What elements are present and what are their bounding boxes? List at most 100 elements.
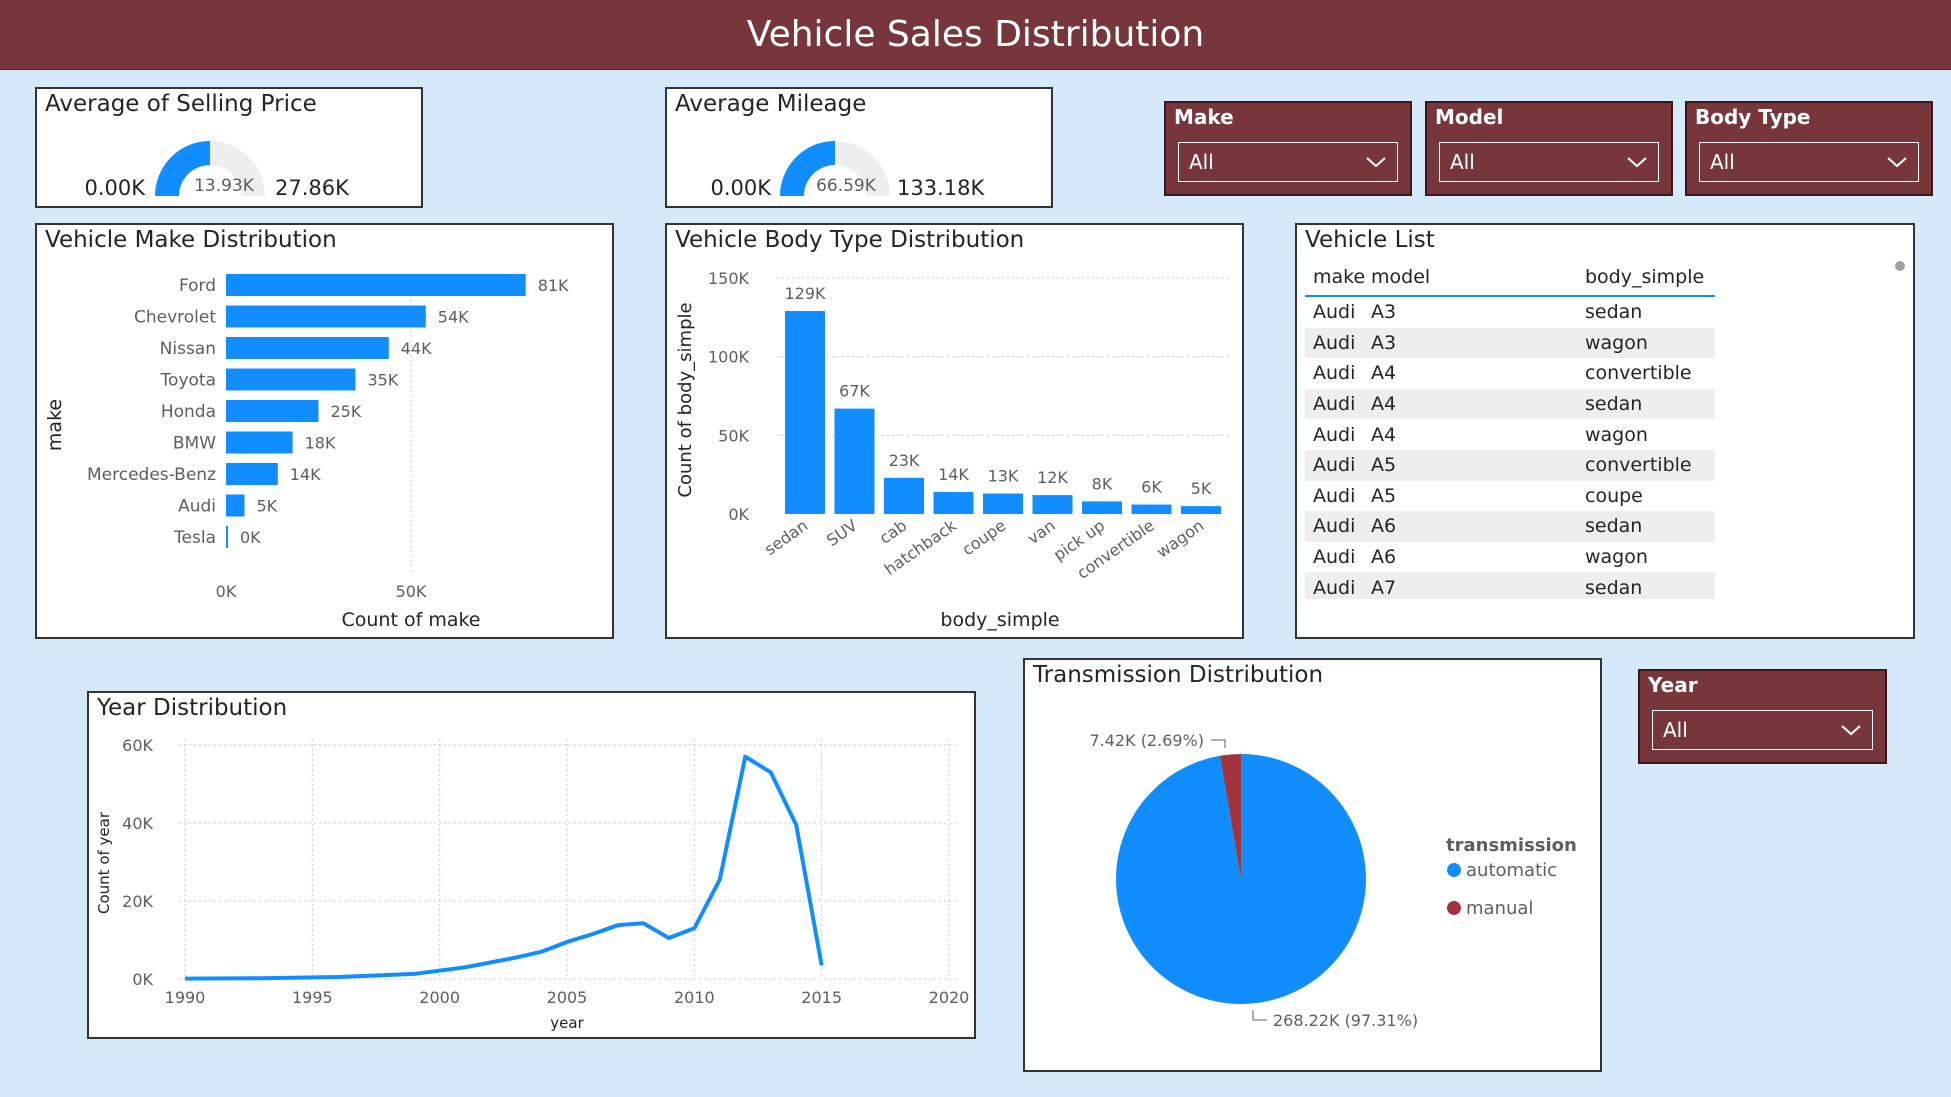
make-bar <box>226 368 356 391</box>
make-dropdown[interactable]: All <box>1178 142 1398 182</box>
table-cell-make: Audi <box>1313 546 1356 569</box>
y-tick-label: 20K <box>122 892 153 911</box>
table-cell-body-simple: convertible <box>1585 362 1692 385</box>
year-chart-card[interactable]: Year Distribution 0K 20K 40K 60K 1990 1995 200… <box>87 691 976 1039</box>
column-header-make[interactable]: make <box>1305 266 1371 288</box>
y-axis-title: make <box>44 399 66 451</box>
mileage-gauge: 0.00K 133.18K 66.59K <box>710 141 985 200</box>
y-tick-label: 40K <box>122 814 153 833</box>
body-type-bar <box>1181 506 1221 514</box>
data-label: 0K <box>240 528 261 547</box>
table-cell-body-simple: sedan <box>1585 301 1643 324</box>
table-row[interactable]: Audi A4 sedan <box>1305 388 1715 420</box>
year-series-line <box>184 754 824 981</box>
year-slicer-label: Year <box>1648 673 1698 697</box>
table-cell-body-simple: sedan <box>1585 393 1643 416</box>
category-label: Mercedes-Benz <box>87 465 216 485</box>
mileage-gauge-card[interactable]: Average Mileage 0.00K 133.18K 66.59K <box>665 87 1053 208</box>
vehicle-list-card[interactable]: Vehicle List make model body_simple Audi… <box>1295 223 1915 639</box>
chevron-down-icon <box>1887 157 1907 168</box>
data-label: 5K <box>257 497 278 516</box>
body-type-bar <box>785 311 825 514</box>
year-line-chart: 0K 20K 40K 60K 1990 1995 2000 2005 2010 2015 2020 y… <box>95 736 969 1032</box>
selling-price-gauge: 0.00K 27.86K 13.93K <box>84 141 350 200</box>
table-cell-make: Audi <box>1313 301 1356 324</box>
legend-title: transmission <box>1446 835 1577 856</box>
body-type-bar <box>1131 504 1172 514</box>
table-cell-body-simple: wagon <box>1585 331 1648 354</box>
table-row[interactable]: Audi A4 wagon <box>1305 419 1715 450</box>
body-type-slicer-label: Body Type <box>1695 105 1811 129</box>
table-cell-model: A5 <box>1371 484 1397 507</box>
table-cell-make: Audi <box>1313 484 1356 507</box>
make-slicer-label: Make <box>1174 105 1234 129</box>
year-dropdown[interactable]: All <box>1652 710 1873 750</box>
table-cell-body-simple: sedan <box>1585 576 1643 599</box>
table-row[interactable]: Audi A4 convertible <box>1305 358 1715 389</box>
category-label: Nissan <box>160 339 216 359</box>
column-header-model[interactable]: model <box>1371 266 1585 288</box>
body-type-bar <box>1082 501 1122 514</box>
table-row[interactable]: Audi A6 sedan <box>1305 511 1715 542</box>
model-slicer-label: Model <box>1435 105 1504 129</box>
chevron-down-icon <box>1366 157 1386 168</box>
data-label: 129K <box>784 284 826 303</box>
transmission-chart-card[interactable]: Transmission Distribution 7.42K (2.69%) 2… <box>1023 658 1602 1072</box>
category-label: cab <box>876 516 910 548</box>
y-tick-label: 100K <box>708 348 750 367</box>
legend-label-automatic: automatic <box>1466 860 1557 881</box>
make-chart-card[interactable]: Vehicle Make Distribution 0K 50K Ford 81K Ch… <box>35 223 614 639</box>
y-axis-title: Count of body_simple <box>675 302 696 497</box>
body-chart-card[interactable]: Vehicle Body Type Distribution 0K 50K 100K… <box>665 223 1244 639</box>
make-bar <box>226 400 319 422</box>
body-type-bar <box>1032 495 1073 514</box>
table-cell-make: Audi <box>1313 576 1356 599</box>
x-tick-label: 0K <box>216 582 237 601</box>
body-bar-chart: 0K50K100K150K129Ksedan67KSUV23Kcab14Khat… <box>675 269 1229 631</box>
selling-price-gauge-card[interactable]: Average of Selling Price 0.00K 27.86K 13… <box>35 87 423 208</box>
year-dropdown-value: All <box>1663 718 1688 742</box>
leader-line <box>1252 1010 1267 1021</box>
table-cell-make: Audi <box>1313 362 1356 385</box>
make-bar <box>226 463 278 485</box>
table-row[interactable]: Audi A5 convertible <box>1305 449 1715 481</box>
category-label: BMW <box>173 434 216 454</box>
y-tick-label: 50K <box>718 426 749 445</box>
body-type-dropdown[interactable]: All <box>1699 142 1919 182</box>
table-cell-make: Audi <box>1313 423 1356 446</box>
table-cell-model: A6 <box>1371 515 1397 538</box>
table-row[interactable]: Audi A3 wagon <box>1305 327 1715 359</box>
data-label: 8K <box>1092 474 1113 493</box>
column-header-body-simple[interactable]: body_simple <box>1585 266 1715 288</box>
table-row[interactable]: Audi A6 wagon <box>1305 542 1715 573</box>
data-label: 44K <box>401 339 432 358</box>
table-scrollbar[interactable] <box>1895 261 1905 271</box>
model-dropdown[interactable]: All <box>1439 142 1659 182</box>
data-label: 67K <box>839 382 870 401</box>
category-label: Ford <box>179 276 216 296</box>
data-label: 12K <box>1037 468 1068 487</box>
y-tick-label: 0K <box>728 505 749 524</box>
y-tick-label: 150K <box>708 269 750 288</box>
table-row[interactable]: Audi A5 coupe <box>1305 481 1715 512</box>
gauge-max-label: 27.86K <box>275 176 350 200</box>
table-cell-body-simple: wagon <box>1585 423 1648 446</box>
table-cell-make: Audi <box>1313 454 1356 477</box>
category-label: Toyota <box>160 371 216 391</box>
data-label: 5K <box>1191 479 1212 498</box>
table-cell-make: Audi <box>1313 331 1356 354</box>
x-axis-title: body_simple <box>940 609 1059 631</box>
table-row[interactable]: Audi A7 sedan <box>1305 572 1715 599</box>
x-axis-title: Count of make <box>342 609 481 631</box>
category-label: Audi <box>178 497 216 517</box>
body-type-slicer: Body Type All <box>1685 101 1933 196</box>
body-type-dropdown-value: All <box>1710 150 1735 174</box>
make-bar <box>226 494 245 517</box>
data-label: 14K <box>938 465 969 484</box>
table-row[interactable]: Audi A3 sedan <box>1305 297 1715 328</box>
category-label: coupe <box>958 516 1009 560</box>
data-label: 54K <box>438 308 469 327</box>
x-axis-title: year <box>550 1014 584 1032</box>
category-label: Honda <box>161 402 216 422</box>
leader-line <box>1211 739 1226 748</box>
